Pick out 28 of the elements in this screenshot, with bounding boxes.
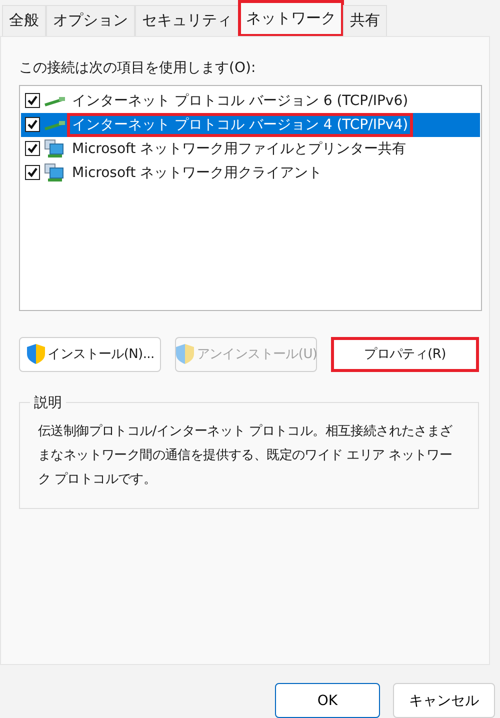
- list-item[interactable]: Microsoft ネットワーク用クライアント: [21, 160, 480, 185]
- dialog-button[interactable]: キャンセル: [393, 683, 495, 718]
- checkbox[interactable]: [25, 165, 40, 180]
- list-item[interactable]: インターネット プロトコル バージョン 6 (TCP/IPv6): [21, 88, 480, 113]
- cable-icon: [44, 118, 66, 131]
- action-button[interactable]: プロパティ(R): [331, 336, 479, 372]
- checkbox[interactable]: [25, 93, 40, 108]
- dialog-button[interactable]: OK: [275, 683, 380, 718]
- group-title: 説明: [33, 394, 63, 412]
- description-text: 伝送制御プロトコル/インターネット プロトコル。相互接続されたさまざまなネットワーク間の通信を提供する、既定のワイド エリア ネットワーク プロトコルです。: [38, 422, 454, 489]
- tab[interactable]: オプション: [46, 4, 135, 36]
- item-label: Microsoft ネットワーク用ファイルとプリンター共有: [71, 140, 408, 158]
- checkbox[interactable]: [25, 141, 40, 156]
- components-label: この接続は次の項目を使用します(O):: [19, 58, 257, 77]
- computers-icon: [44, 162, 66, 183]
- checkbox[interactable]: [25, 117, 40, 132]
- item-label: インターネット プロトコル バージョン 6 (TCP/IPv6): [71, 92, 410, 110]
- list-item[interactable]: Microsoft ネットワーク用ファイルとプリンター共有: [21, 136, 480, 161]
- item-label: Microsoft ネットワーク用クライアント: [71, 164, 324, 182]
- cable-icon: [44, 94, 66, 107]
- tab[interactable]: セキュリティ: [135, 4, 239, 36]
- tab[interactable]: 全般: [2, 4, 46, 36]
- tab[interactable]: 共有: [343, 4, 387, 36]
- item-label: インターネット プロトコル バージョン 4 (TCP/IPv4): [70, 116, 410, 134]
- list-item[interactable]: インターネット プロトコル バージョン 4 (TCP/IPv4): [21, 112, 480, 137]
- computers-icon: [44, 138, 66, 159]
- tab[interactable]: ネットワーク: [239, 0, 343, 36]
- action-button[interactable]: インストール(N)...: [19, 336, 161, 372]
